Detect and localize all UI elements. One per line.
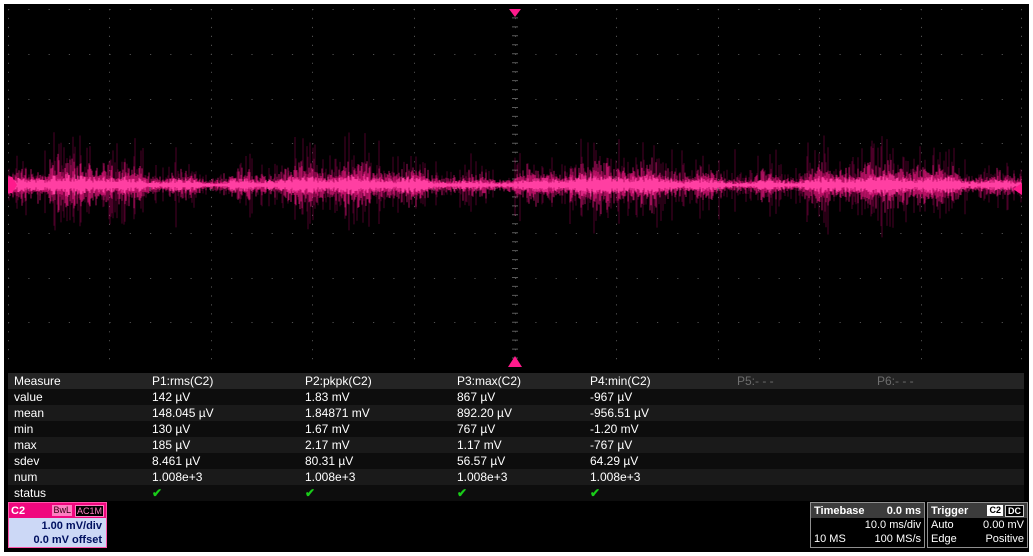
trigger-slope-value: Positive — [985, 533, 1024, 545]
measure-value-cell: 80.31 µV — [305, 454, 354, 468]
trigger-box[interactable]: Trigger C2 DC Auto 0.00 mV Edge Positive — [927, 502, 1028, 548]
measure-value-cell: -967 µV — [590, 390, 633, 404]
trigger-source-badge: C2 — [987, 505, 1003, 516]
timebase-scale-row: 10.0 ms/div — [811, 518, 924, 532]
timebase-position-value: 0.0 ms — [886, 504, 921, 517]
scope-screen: Measure P1:rms(C2) P2:pkpk(C2) P3:max(C2) P4… — [4, 4, 1029, 552]
measure-value-cell: -956.51 µV — [590, 406, 649, 420]
trigger-mode-value: Auto — [931, 519, 954, 531]
measure-value-cell: 2.17 mV — [305, 438, 350, 452]
trigger-type-row: Edge Positive — [928, 532, 1027, 546]
measure-header-row: Measure P1:rms(C2) P2:pkpk(C2) P3:max(C2) P4… — [8, 373, 1024, 389]
measure-value-cell: 56.57 µV — [457, 454, 506, 468]
timebase-header: Timebase 0.0 ms — [811, 503, 924, 518]
measure-column-header-p2[interactable]: P2:pkpk(C2) — [303, 373, 455, 389]
measure-status-cell: ✔ — [457, 486, 468, 500]
trigger-type-value: Edge — [931, 533, 957, 545]
measure-column-header-p4[interactable]: P4:min(C2) — [588, 373, 735, 389]
measure-column-header-p3[interactable]: P3:max(C2) — [455, 373, 588, 389]
trigger-level-marker[interactable] — [1013, 183, 1022, 195]
waveform-display[interactable] — [8, 9, 1022, 367]
trigger-delay-marker-bottom[interactable] — [508, 356, 522, 367]
measure-row-label: value — [14, 390, 43, 404]
measure-value-cell: 64.29 µV — [590, 454, 639, 468]
timebase-box[interactable]: Timebase 0.0 ms 10.0 ms/div 10 MS 100 MS… — [810, 502, 925, 548]
measure-value-cell: 185 µV — [152, 438, 191, 452]
measure-value-cell: 1.008e+3 — [457, 470, 508, 484]
measure-value-cell: 130 µV — [152, 422, 191, 436]
timebase-sampling-row: 10 MS 100 MS/s — [811, 532, 924, 546]
measure-status-cell: ✔ — [305, 486, 316, 500]
trigger-level-value: 0.00 mV — [983, 519, 1024, 531]
trigger-mode-row: Auto 0.00 mV — [928, 518, 1027, 532]
timebase-rate-value: 100 MS/s — [874, 533, 921, 545]
measure-row-label: sdev — [14, 454, 40, 468]
measure-row-value: value 142 µV 1.83 mV 867 µV -967 µV — [8, 389, 1024, 405]
measure-table-title: Measure — [14, 374, 61, 388]
measure-row-mean: mean 148.045 µV 1.84871 mV 892.20 µV -956.51… — [8, 405, 1024, 421]
trigger-header: Trigger C2 DC — [928, 503, 1027, 518]
measure-row-label: max — [14, 438, 37, 452]
timebase-scale-value: 10.0 ms/div — [864, 519, 921, 531]
trigger-coupling-badge: DC — [1005, 504, 1024, 517]
measure-value-cell: 142 µV — [152, 390, 191, 404]
measure-value-cell: 8.461 µV — [152, 454, 201, 468]
scope-application-window: Measure P1:rms(C2) P2:pkpk(C2) P3:max(C2) P4… — [0, 0, 1033, 556]
measure-row-max: max 185 µV 2.17 mV 1.17 mV -767 µV — [8, 437, 1024, 453]
measure-value-cell: 1.83 mV — [305, 390, 350, 404]
channel-descriptor-body: 1.00 mV/div 0.0 mV offset — [9, 518, 106, 547]
coupling-badge: AC1M — [74, 504, 104, 517]
measure-value-cell: 767 µV — [457, 422, 496, 436]
channel-scale-value: 1.00 mV/div — [41, 520, 102, 532]
measure-value-cell: -1.20 mV — [590, 422, 639, 436]
trigger-title: Trigger — [931, 504, 969, 517]
timebase-title: Timebase — [814, 504, 865, 517]
channel-offset-value: 0.0 mV offset — [33, 534, 102, 546]
measure-column-header-p5[interactable]: P5:- - - — [735, 373, 875, 389]
measure-column-header-p6[interactable]: P6:- - - — [875, 373, 1024, 389]
measure-row-status: status ✔ ✔ ✔ ✔ — [8, 485, 1024, 501]
measure-row-label: mean — [14, 406, 45, 420]
measure-value-cell: 867 µV — [457, 390, 496, 404]
measure-status-cell: ✔ — [590, 486, 601, 500]
measure-table: Measure P1:rms(C2) P2:pkpk(C2) P3:max(C2) P4… — [8, 373, 1024, 501]
measure-row-label: min — [14, 422, 34, 436]
measure-value-cell: 1.008e+3 — [152, 470, 203, 484]
measure-row-num: num 1.008e+3 1.008e+3 1.008e+3 1.008e+3 — [8, 469, 1024, 485]
timebase-samples-value: 10 MS — [814, 533, 846, 545]
channel-descriptor-c2[interactable]: C2 BwL AC1M 1.00 mV/div 0.0 mV offset — [8, 502, 107, 548]
measure-value-cell: 1.17 mV — [457, 438, 502, 452]
measure-value-cell: 892.20 µV — [457, 406, 512, 420]
measure-value-cell: 1.008e+3 — [305, 470, 356, 484]
bandwidth-limit-badge: BwL — [52, 505, 72, 516]
measure-value-cell: 1.008e+3 — [590, 470, 641, 484]
measure-value-cell: 148.045 µV — [152, 406, 214, 420]
measure-column-header-p1[interactable]: P1:rms(C2) — [150, 373, 303, 389]
measure-row-min: min 130 µV 1.67 mV 767 µV -1.20 mV — [8, 421, 1024, 437]
graticule-and-trace — [8, 9, 1022, 367]
channel-descriptor-header: C2 BwL AC1M — [9, 503, 106, 518]
channel-name-label: C2 — [11, 504, 26, 517]
measure-value-cell: -767 µV — [590, 438, 633, 452]
measure-row-label: status — [14, 486, 47, 500]
measure-row-sdev: sdev 8.461 µV 80.31 µV 56.57 µV 64.29 µV — [8, 453, 1024, 469]
measure-value-cell: 1.67 mV — [305, 422, 350, 436]
measure-row-label: num — [14, 470, 38, 484]
trigger-time-marker-top[interactable] — [509, 9, 521, 17]
measure-status-cell: ✔ — [152, 486, 163, 500]
measure-value-cell: 1.84871 mV — [305, 406, 370, 420]
